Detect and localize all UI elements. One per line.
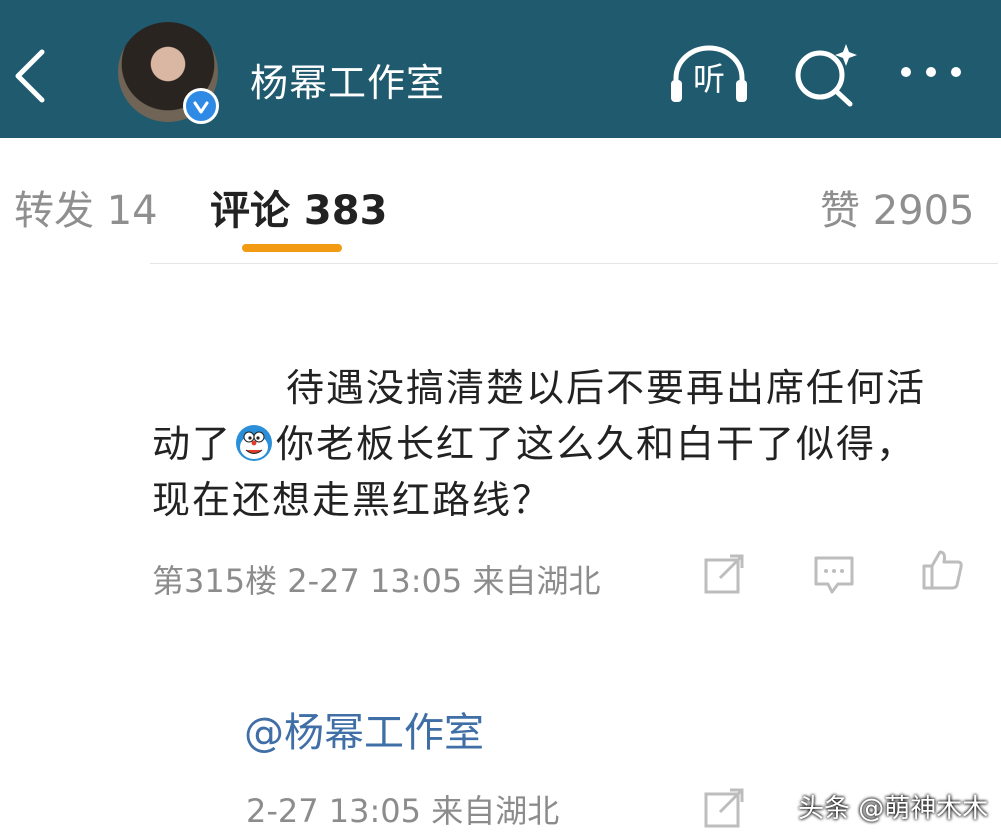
divider <box>150 263 998 264</box>
comment-line-1: 待遇没搞清楚以后不要再出席任何活 <box>286 366 927 410</box>
watermark: 头条 @萌神木木 <box>798 794 989 824</box>
comment-line-3: 现在还想走黑红路线？ <box>152 478 553 522</box>
active-tab-indicator <box>242 244 342 252</box>
tab-comments[interactable]: 评论 383 <box>210 178 387 236</box>
search-icon[interactable] <box>790 42 860 108</box>
comment-body: 待遇没搞清楚以后不要再出席任何活 动了 你老板长红了这么久和白干了似得， 现在还… <box>152 360 982 528</box>
tab-bar: 转发 14 评论 383 赞 2905 <box>2 138 998 263</box>
doraemon-emoji-icon <box>236 425 273 461</box>
tab-likes[interactable]: 赞 2905 <box>820 178 975 236</box>
comment-icon[interactable] <box>812 552 856 596</box>
verified-badge-icon <box>183 88 219 124</box>
top-bar: 杨幂工作室 听 <box>0 0 1001 138</box>
comment-meta: 第315楼 2-27 13:05 来自湖北 <box>152 562 601 600</box>
back-arrow-icon[interactable] <box>10 46 50 106</box>
comment-line-2-start: 动了 <box>152 422 233 466</box>
reply-share-icon[interactable] <box>702 786 746 830</box>
tab-reposts[interactable]: 转发 14 <box>14 178 158 236</box>
reply-meta: 2-27 13:05 来自湖北 <box>246 792 560 830</box>
reply-mention-link[interactable]: @杨幂工作室 <box>244 700 484 758</box>
comment-line-2: 动了 你老板长红了这么久和白干了似得， <box>152 416 982 472</box>
like-thumb-icon[interactable] <box>920 548 964 592</box>
comments-panel: 转发 14 评论 383 赞 2905 待遇没搞清楚以后不要再出席任何活 动了 … <box>2 138 998 836</box>
share-icon[interactable] <box>702 552 746 596</box>
more-options-icon[interactable] <box>896 60 966 84</box>
listen-label: 听 <box>692 60 725 98</box>
comment-line-2-end: 你老板长红了这么久和白干了似得， <box>276 422 917 466</box>
page-title[interactable]: 杨幂工作室 <box>250 52 445 107</box>
listen-button[interactable]: 听 <box>668 44 750 106</box>
